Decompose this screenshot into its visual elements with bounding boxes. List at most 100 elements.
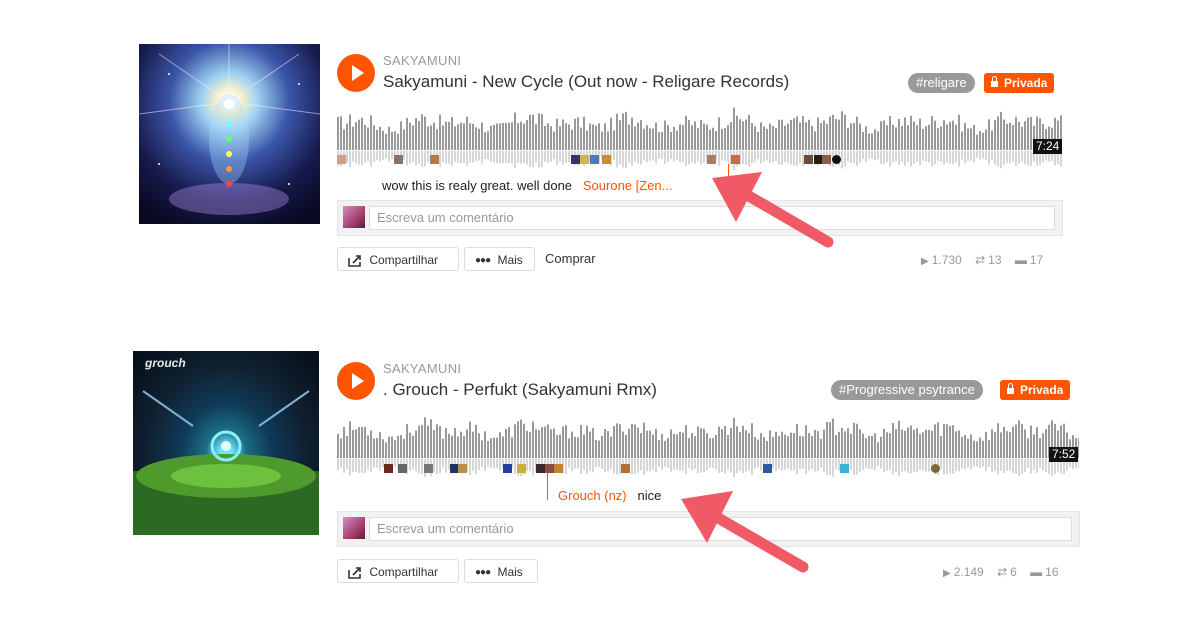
track-user[interactable]: SAKYAMUNI	[383, 361, 461, 376]
repost-count[interactable]: 13	[988, 253, 1001, 267]
waveform-reflection-bar	[883, 151, 885, 165]
waveform-bar	[487, 441, 489, 458]
waveform-reflection-bar	[991, 151, 993, 160]
waveform-comment[interactable]: Grouch (nz) nice	[558, 488, 661, 503]
waveform-reflection-bar	[1027, 151, 1029, 166]
track-tag[interactable]: #Progressive psytrance	[831, 380, 983, 400]
waveform-bar	[958, 430, 960, 458]
waveform-bar	[586, 130, 588, 150]
waveform-bar	[349, 114, 351, 150]
waveform-bar	[991, 429, 993, 458]
comment-user[interactable]: Grouch (nz)	[558, 488, 627, 503]
waveform-bar	[760, 122, 762, 150]
waveform-bar	[901, 429, 903, 458]
waveform-bar	[508, 427, 510, 458]
waveform-bar	[712, 438, 714, 458]
timeline-comment-avatar[interactable]	[424, 464, 433, 473]
timeline-comment-avatar[interactable]	[590, 155, 599, 164]
waveform-reflection-bar	[679, 459, 681, 471]
track-user[interactable]: SAKYAMUNI	[383, 53, 461, 68]
more-dots-icon: ●●●	[475, 254, 491, 266]
more-button[interactable]: ●●● Mais	[464, 247, 535, 271]
waveform-reflection-bar	[913, 151, 915, 164]
track-tag[interactable]: #religare	[908, 73, 975, 93]
waveform-bar	[442, 125, 444, 150]
waveform-bar	[472, 123, 474, 150]
waveform-reflection-bar	[1021, 151, 1023, 162]
waveform-bar	[1030, 425, 1032, 458]
waveform-reflection-bar	[637, 459, 639, 473]
repost-icon[interactable]: ⇄	[975, 253, 985, 267]
waveform-bar	[1009, 122, 1011, 150]
timeline-comment-avatar[interactable]	[822, 155, 831, 164]
track-duration: 7:24	[1033, 139, 1063, 154]
timeline-comment-avatar[interactable]	[707, 155, 716, 164]
waveform-bar	[532, 114, 534, 150]
timeline-comment-avatar[interactable]	[621, 464, 630, 473]
track-2-artwork[interactable]: grouch	[133, 351, 319, 535]
waveform-bar	[979, 131, 981, 150]
waveform[interactable]	[337, 412, 1079, 484]
waveform-bar	[544, 426, 546, 458]
timeline-comment-avatar[interactable]	[804, 155, 813, 164]
timeline-comment-avatar[interactable]	[503, 464, 512, 473]
waveform-reflection-bar	[967, 151, 969, 161]
waveform-reflection-bar	[700, 459, 702, 473]
timeline-comment-avatar[interactable]	[763, 464, 772, 473]
timeline-comment-avatar[interactable]	[517, 464, 526, 473]
timeline-comment-avatar[interactable]	[384, 464, 393, 473]
waveform-bar	[391, 436, 393, 458]
waveform-reflection-bar	[802, 459, 804, 469]
waveform-reflection-bar	[937, 151, 939, 161]
timeline-comment-avatar[interactable]	[840, 464, 849, 473]
timeline-comment-avatar[interactable]	[430, 155, 439, 164]
timeline-comment-avatar[interactable]	[337, 155, 346, 164]
share-button[interactable]: Compartilhar	[337, 559, 459, 583]
timeline-comment-avatar[interactable]	[536, 464, 545, 473]
waveform-bar	[994, 119, 996, 150]
waveform-reflection-bar	[763, 151, 765, 162]
track-title[interactable]: Sakyamuni - New Cycle (Out now - Religar…	[383, 72, 789, 92]
timeline-comment-avatar[interactable]	[458, 464, 467, 473]
repost-count[interactable]: 6	[1010, 565, 1017, 579]
waveform-reflection-bar	[817, 459, 819, 472]
waveform-bar	[394, 440, 396, 458]
timeline-comment-avatar[interactable]	[571, 155, 580, 164]
waveform-bar	[466, 116, 468, 150]
timeline-comment-avatar[interactable]	[832, 155, 841, 164]
timeline-comment-avatar[interactable]	[602, 155, 611, 164]
waveform-bar	[385, 442, 387, 458]
timeline-comment-avatar[interactable]	[398, 464, 407, 473]
play-button[interactable]	[337, 54, 375, 92]
timeline-comment-avatar[interactable]	[731, 155, 740, 164]
waveform-bar	[376, 438, 378, 458]
waveform-comment[interactable]: wow this is realy great. well done Souro…	[382, 178, 673, 193]
waveform-reflection-bar	[391, 151, 393, 160]
waveform-reflection-bar	[463, 151, 465, 163]
waveform-bar	[472, 431, 474, 458]
track-title[interactable]: . Grouch - Perfukt (Sakyamuni Rmx)	[383, 380, 657, 400]
waveform[interactable]	[337, 104, 1062, 176]
waveform-reflection-bar	[673, 459, 675, 470]
comment-user[interactable]: Sourone [Zen...	[583, 178, 673, 193]
timeline-comment-avatar[interactable]	[580, 155, 589, 164]
waveform-reflection-bar	[688, 459, 690, 468]
waveform-reflection-bar	[952, 459, 954, 474]
waveform-bar	[490, 125, 492, 150]
timeline-comment-avatar[interactable]	[931, 464, 940, 473]
more-button[interactable]: ●●● Mais	[464, 559, 538, 583]
track-1-artwork[interactable]	[139, 44, 320, 224]
timeline-comment-avatar[interactable]	[394, 155, 403, 164]
timeline-comment-avatar[interactable]	[554, 464, 563, 473]
waveform-reflection-bar	[640, 151, 642, 165]
waveform-bar	[706, 433, 708, 458]
waveform-bar	[595, 125, 597, 150]
waveform-bar	[841, 427, 843, 458]
share-button[interactable]: Compartilhar	[337, 247, 459, 271]
repost-icon[interactable]: ⇄	[997, 565, 1007, 579]
waveform-reflection-bar	[541, 151, 543, 168]
waveform-reflection-bar	[553, 151, 555, 160]
buy-link[interactable]: Comprar	[545, 247, 596, 271]
play-button[interactable]	[337, 362, 375, 400]
waveform-reflection-bar	[724, 151, 726, 161]
